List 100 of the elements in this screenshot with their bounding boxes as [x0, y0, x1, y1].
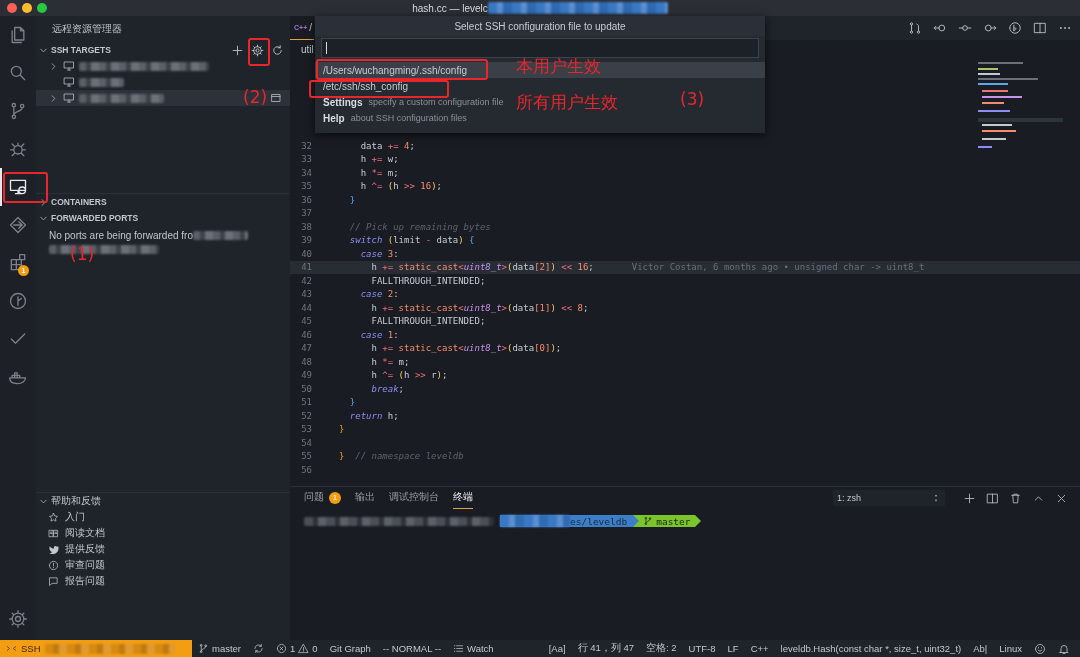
settings-icon[interactable] [8, 609, 28, 629]
remote-monitor-icon [8, 177, 28, 197]
git-branch-segment: master [639, 515, 695, 527]
section-header[interactable]: CONTAINERS [51, 197, 107, 207]
line-number: 54 [300, 437, 313, 448]
status-item[interactable]: LF [721, 640, 745, 657]
status-item[interactable]: Linux [993, 640, 1028, 657]
book-icon [48, 527, 59, 539]
line-number: 55 [300, 451, 313, 462]
quick-pick-title: Select SSH configuration file to update [454, 20, 626, 32]
status-item[interactable]: 空格: 2 [640, 640, 683, 657]
help-link[interactable]: 阅读文档 [65, 526, 105, 540]
panel-tab[interactable]: 调试控制台 [389, 487, 439, 509]
status-item[interactable]: leveldb.Hash(const char *, size_t, uint32_t) [774, 640, 968, 657]
trash-icon[interactable] [1009, 491, 1022, 505]
warning-icon [298, 643, 310, 654]
previous-change-icon[interactable] [933, 21, 947, 35]
line-number: 47 [300, 343, 313, 354]
line-number: 39 [300, 235, 313, 246]
status-item[interactable]: Git Graph [323, 640, 377, 657]
status-item[interactable]: -- NORMAL -- [376, 640, 448, 657]
section-header[interactable]: SSH TARGETS [51, 45, 111, 55]
panel-tab[interactable]: 终端 [453, 487, 473, 509]
terminal-select[interactable]: 1: zsh [833, 490, 945, 506]
code-line: return h; [348, 410, 399, 421]
bell-icon[interactable] [1058, 642, 1070, 655]
branch-status[interactable]: master [192, 640, 248, 657]
split-editor-icon[interactable] [1033, 21, 1047, 35]
compare-icon[interactable] [908, 21, 922, 35]
section-header[interactable]: FORWARDED PORTS [51, 213, 139, 223]
panel-tab[interactable]: 问题 1 [304, 487, 341, 509]
quick-pick-item[interactable]: Help about SSH configuration files [315, 110, 765, 126]
code-line: } [348, 194, 356, 205]
close-button[interactable] [7, 3, 17, 13]
smiley-icon[interactable] [1034, 642, 1046, 655]
line-number: 45 [300, 316, 313, 327]
zoom-button[interactable] [37, 3, 47, 13]
line-number: 49 [300, 370, 313, 381]
watch-status[interactable]: Watch [447, 640, 500, 657]
remote-status[interactable]: SSH [0, 640, 192, 657]
line-number: 32 [300, 140, 313, 151]
blurred-text [500, 515, 570, 527]
line-number: 44 [300, 302, 313, 313]
line-number: 53 [300, 424, 313, 435]
code-line: h += static_cast<uint8_t>(data[0]); [370, 343, 562, 354]
sync-icon[interactable] [253, 643, 265, 654]
sidebar-title: 远程资源管理器 [52, 22, 122, 36]
code-line: FALLTHROUGH_INTENDED; [370, 316, 486, 327]
settings-icon[interactable] [251, 43, 264, 57]
code-line: data += 4; [359, 140, 415, 151]
monitor-icon [63, 92, 75, 104]
blame-icon[interactable] [1008, 21, 1022, 35]
code-line: h ^= (h >> r); [370, 370, 448, 381]
plus-icon[interactable] [231, 43, 244, 57]
help-link[interactable]: 审查问题 [65, 558, 105, 572]
help-link[interactable]: 提供反馈 [65, 542, 105, 556]
minimize-button[interactable] [22, 3, 32, 13]
window-icon[interactable] [270, 92, 282, 104]
annotation-box [248, 38, 270, 66]
refresh-icon[interactable] [271, 43, 284, 57]
line-number: 51 [300, 397, 313, 408]
plus-icon[interactable] [963, 491, 976, 505]
code-line: case 2: [359, 289, 399, 300]
tree-item[interactable] [36, 90, 290, 106]
line-number: 56 [300, 464, 313, 475]
blame-annotation: Victor Costan, 6 months ago • unsigned char -> uint8_t [631, 262, 925, 273]
line-number: 38 [300, 221, 313, 232]
breadcrumb[interactable]: util [301, 43, 314, 55]
annotation-label: 所有用户生效 [516, 94, 618, 111]
help-link[interactable]: 报告问题 [65, 574, 105, 588]
quick-pick-input[interactable] [321, 38, 759, 58]
powerline-arrow [694, 515, 701, 527]
code-line: // Pick up remaining bytes [348, 221, 491, 232]
bird-icon [48, 543, 59, 555]
status-item[interactable]: 行 41，列 47 [571, 640, 641, 657]
code-line: } [348, 397, 356, 408]
code-line: h ^= (h >> 16); [359, 181, 442, 192]
speech-bubble-icon [48, 575, 59, 587]
panel-tab[interactable]: 输出 [355, 487, 375, 509]
empty-message: No ports are being forwarded fro [49, 230, 193, 241]
error-icon [276, 643, 288, 654]
window-title: hash.cc — levelc [412, 2, 488, 14]
next-change-icon[interactable] [983, 21, 997, 35]
help-link[interactable]: 入门 [65, 510, 85, 524]
problems-status[interactable]: 1 0 [270, 640, 324, 657]
line-number: 46 [300, 329, 313, 340]
split-editor-icon[interactable] [986, 491, 999, 505]
annotation-label: (1) [70, 246, 95, 263]
line-number: 35 [300, 181, 313, 192]
blurred-text [192, 231, 248, 240]
code-line: break; [370, 383, 405, 394]
annotation-label: (3) [680, 91, 705, 108]
status-item[interactable]: [Aa] [542, 640, 572, 657]
branch-icon [198, 643, 209, 654]
status-item[interactable]: C++ [744, 640, 775, 657]
section-header[interactable]: 帮助和反馈 [51, 494, 101, 508]
status-item[interactable]: Ab| [967, 640, 994, 657]
line-number: 34 [300, 167, 313, 178]
status-item[interactable]: UTF-8 [682, 640, 722, 657]
branch-icon [643, 516, 654, 526]
